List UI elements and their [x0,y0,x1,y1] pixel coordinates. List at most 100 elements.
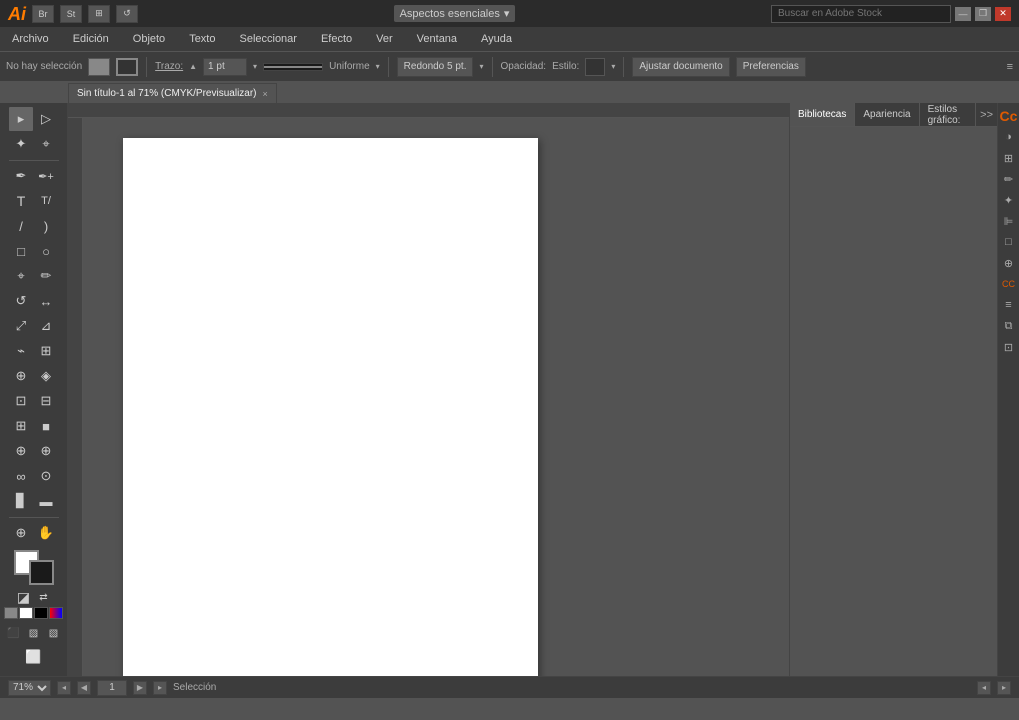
brushes-icon[interactable]: ✏ [1000,170,1018,188]
menu-objeto[interactable]: Objeto [129,31,169,47]
align-icon[interactable]: ⊫ [1000,212,1018,230]
preferencias-btn[interactable]: Preferencias [736,57,806,77]
title-btn-3[interactable]: ⊞ [88,5,110,23]
selection-tool[interactable]: ▸ [9,107,33,131]
layers-icon[interactable]: ⧉ [1000,317,1018,335]
menu-ventana[interactable]: Ventana [413,31,461,47]
scroll-left-btn[interactable]: ◂ [977,681,991,695]
artboard[interactable] [123,138,538,676]
menu-seleccionar[interactable]: Seleccionar [235,31,300,47]
transform-icon[interactable]: □ [1000,233,1018,251]
close-button[interactable]: ✕ [995,7,1011,21]
menu-texto[interactable]: Texto [185,31,219,47]
measure-tool[interactable]: ⊕ [34,439,58,463]
perspective-select-tool[interactable]: ⊟ [34,389,58,413]
tab-bibliotecas[interactable]: Bibliotecas [790,103,855,126]
trazo-up-btn[interactable]: ▲ [189,62,197,71]
rect-tool[interactable]: □ [9,239,33,263]
reflect-tool[interactable]: ↔ [34,289,58,313]
title-btn-1[interactable]: Br [32,5,54,23]
document-tab[interactable]: Sin título-1 al 71% (CMYK/Previsualizar)… [68,83,277,103]
artboard-tool[interactable]: ⬜ [14,645,54,669]
page-input[interactable] [97,680,127,696]
arc-tool[interactable]: ) [34,214,58,238]
lasso-tool[interactable]: ⌖ [34,132,58,156]
redondo-btn[interactable]: Redondo 5 pt. [397,57,474,77]
perspective-grid-tool[interactable]: ⊡ [9,389,33,413]
fill-color-indicator[interactable] [88,58,110,76]
page-next-btn[interactable]: ▸ [153,681,167,695]
page-prev-btn[interactable]: ◂ [57,681,71,695]
tab-apariencia[interactable]: Apariencia [855,103,919,126]
style-color-box[interactable] [585,58,605,76]
blend-tool[interactable]: ∞ [9,464,33,488]
trazo-value-input[interactable] [203,58,247,76]
ajustar-btn[interactable]: Ajustar documento [632,57,729,77]
bar-graph-tool[interactable]: ▬ [34,489,58,513]
minimize-button[interactable]: — [955,7,971,21]
tab-close-btn[interactable]: × [263,89,268,99]
maximize-button[interactable]: ❒ [975,7,991,21]
scale-tool[interactable]: ⤢ [9,314,33,338]
panel-expand-btn[interactable]: >> [976,109,997,121]
style-dropdown[interactable]: ▾ [611,62,615,71]
pattern-icon[interactable]: ▨ [26,625,42,641]
line-tool[interactable]: / [9,214,33,238]
gradient-tool[interactable]: ■ [34,414,58,438]
path-type-tool[interactable]: T/ [34,189,58,213]
stroke-color-indicator[interactable] [116,58,138,76]
eyedropper-tool[interactable]: ⊕ [9,439,33,463]
add-anchor-tool[interactable]: ✒+ [34,164,58,188]
zoom-tool[interactable]: ⊕ [9,521,33,545]
menu-archivo[interactable]: Archivo [8,31,53,47]
rotate-tool[interactable]: ↺ [9,289,33,313]
cc-icon[interactable]: Cc [1000,107,1018,125]
cc2-icon[interactable]: CC [1000,275,1018,293]
magic-wand-tool[interactable]: ✦ [9,132,33,156]
trazo-dropdown[interactable]: ▾ [253,62,257,71]
canvas-content[interactable] [83,118,789,676]
ellipse-tool[interactable]: ○ [34,239,58,263]
shape-builder-tool[interactable]: ⊕ [9,364,33,388]
zoom-select[interactable]: 71% [8,680,51,696]
page-last-btn[interactable]: ▶ [133,681,147,695]
none-swatch[interactable] [4,607,18,619]
live-paint-tool[interactable]: ◈ [34,364,58,388]
paintbrush-tool[interactable]: ⌖ [9,264,33,288]
pen-tool[interactable]: ✒ [9,164,33,188]
search-stock-input[interactable] [771,5,951,23]
hand-tool[interactable]: ✋ [34,521,58,545]
artboards-icon[interactable]: ⊡ [1000,338,1018,356]
toolbar-options-btn[interactable]: ≡ [1007,61,1013,73]
stroke-type-dropdown[interactable]: ▾ [376,62,380,71]
swap-colors-icon[interactable]: ⇄ [36,589,52,605]
scroll-right-btn[interactable]: ▸ [997,681,1011,695]
page-first-btn[interactable]: ◀ [77,681,91,695]
color-mode-icon[interactable]: ⬛ [6,625,22,641]
gradient-swatch[interactable] [49,607,63,619]
type-tool[interactable]: T [9,189,33,213]
direct-selection-tool[interactable]: ▷ [34,107,58,131]
shear-tool[interactable]: ⊿ [34,314,58,338]
default-colors-icon[interactable]: ◪ [16,589,32,605]
column-graph-tool[interactable]: ▊ [9,489,33,513]
symbol-sprayer-tool[interactable]: ⊙ [34,464,58,488]
gradient-icon[interactable]: ▧ [46,625,62,641]
menu-efecto[interactable]: Efecto [317,31,356,47]
menu-edicion[interactable]: Edición [69,31,113,47]
warp-tool[interactable]: ⌁ [9,339,33,363]
canvas-area[interactable] [68,103,789,676]
menu-ver[interactable]: Ver [372,31,397,47]
swatches-icon[interactable]: ⊞ [1000,149,1018,167]
free-transform-tool[interactable]: ⊞ [34,339,58,363]
pathfinder-icon[interactable]: ⊕ [1000,254,1018,272]
symbols-icon[interactable]: ✦ [1000,191,1018,209]
color-panel-icon[interactable]: ◑ [1000,128,1018,146]
mesh-tool[interactable]: ⊞ [9,414,33,438]
workspace-selector[interactable]: Aspectos esenciales ▾ [394,5,516,22]
black-swatch[interactable] [34,607,48,619]
title-btn-2[interactable]: St [60,5,82,23]
white-swatch[interactable] [19,607,33,619]
stroke-box[interactable] [29,560,54,585]
redondo-dropdown[interactable]: ▾ [479,62,483,71]
